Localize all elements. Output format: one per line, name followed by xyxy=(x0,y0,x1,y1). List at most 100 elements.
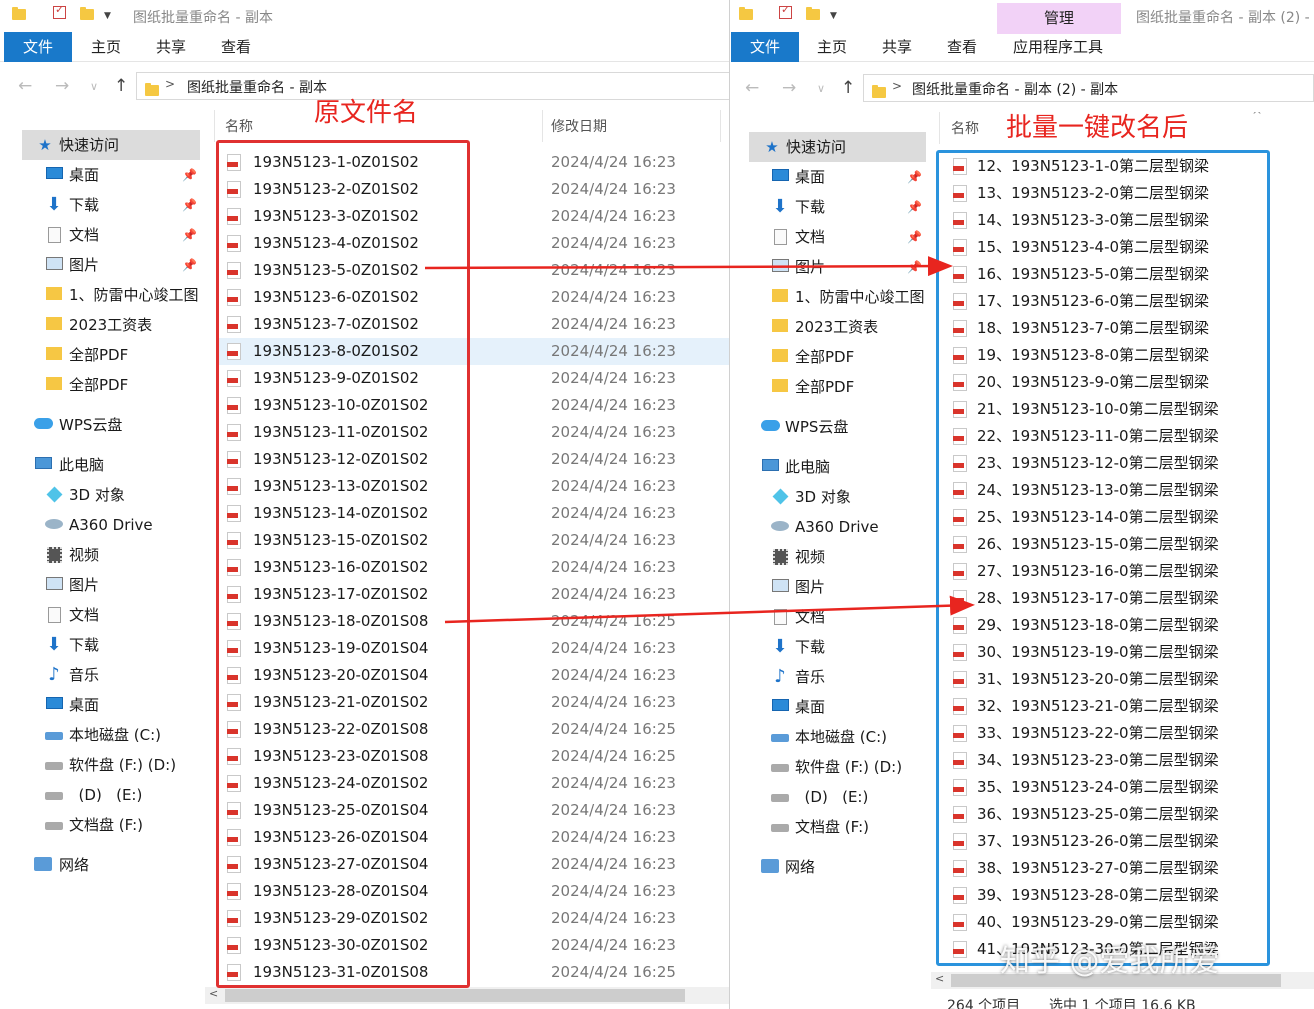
column-separator[interactable] xyxy=(939,112,940,144)
nav-folder-4[interactable]: 全部PDF xyxy=(0,370,205,400)
horizontal-scrollbar[interactable]: < xyxy=(205,987,729,1004)
recent-dropdown-icon[interactable]: ∨ xyxy=(817,82,825,95)
nav-downloads-2[interactable]: ⬇ 下载 xyxy=(0,630,205,660)
file-row[interactable]: 193N5123-16-0Z01S02 2024/4/24 16:23 xyxy=(217,554,729,581)
column-separator[interactable] xyxy=(542,110,543,142)
nav-videos[interactable]: 视频 xyxy=(0,540,205,570)
file-row[interactable]: 193N5123-19-0Z01S04 2024/4/24 16:23 xyxy=(217,635,729,662)
file-row[interactable]: 35、193N5123-24-0第二层型钢梁 xyxy=(943,774,1273,801)
nav-quick-access[interactable]: ★ 快速访问 xyxy=(22,130,200,160)
file-row[interactable]: 193N5123-5-0Z01S02 2024/4/24 16:23 xyxy=(217,257,729,284)
file-row[interactable]: 193N5123-6-0Z01S02 2024/4/24 16:23 xyxy=(217,284,729,311)
nav-wps-cloud[interactable]: WPS云盘 xyxy=(731,412,931,442)
pin-icon[interactable]: 📌 xyxy=(907,162,922,192)
tab-view[interactable]: 查看 xyxy=(207,32,265,62)
column-header-date[interactable]: 修改日期 xyxy=(551,116,607,136)
quick-access-dropdown-icon[interactable]: ▼ xyxy=(830,10,844,22)
address-field[interactable]: > 图纸批量重命名 - 副本 xyxy=(136,72,729,100)
file-row[interactable]: 193N5123-12-0Z01S02 2024/4/24 16:23 xyxy=(217,446,729,473)
file-row[interactable]: 193N5123-18-0Z01S08 2024/4/24 16:25 xyxy=(217,608,729,635)
nav-pictures-2[interactable]: 图片 xyxy=(0,570,205,600)
nav-folder-3[interactable]: 全部PDF xyxy=(0,340,205,370)
nav-music[interactable]: ♪ 音乐 xyxy=(0,660,205,690)
nav-disk-e[interactable]: 文档盘 (F:) xyxy=(731,812,931,842)
nav-downloads[interactable]: ⬇ 下载 📌 xyxy=(731,192,931,222)
file-row[interactable]: 39、193N5123-28-0第二层型钢梁 xyxy=(943,882,1273,909)
file-row[interactable]: 193N5123-17-0Z01S02 2024/4/24 16:23 xyxy=(217,581,729,608)
file-row[interactable]: 24、193N5123-13-0第二层型钢梁 xyxy=(943,477,1273,504)
pin-icon[interactable]: 📌 xyxy=(182,190,197,220)
new-folder-icon[interactable] xyxy=(80,7,94,21)
file-row[interactable]: 193N5123-9-0Z01S02 2024/4/24 16:23 xyxy=(217,365,729,392)
file-row[interactable]: 40、193N5123-29-0第二层型钢梁 xyxy=(943,909,1273,936)
properties-check-icon[interactable] xyxy=(53,4,67,19)
nav-this-pc[interactable]: 此电脑 xyxy=(0,450,205,480)
nav-3d-objects[interactable]: 3D 对象 xyxy=(731,482,931,512)
file-row[interactable]: 22、193N5123-11-0第二层型钢梁 xyxy=(943,423,1273,450)
properties-check-icon[interactable] xyxy=(779,4,793,19)
nav-downloads-2[interactable]: ⬇ 下载 xyxy=(731,632,931,662)
file-row[interactable]: 15、193N5123-4-0第二层型钢梁 xyxy=(943,234,1273,261)
nav-pictures-2[interactable]: 图片 xyxy=(731,572,931,602)
file-row[interactable]: 193N5123-4-0Z01S02 2024/4/24 16:23 xyxy=(217,230,729,257)
nav-folder-2[interactable]: 2023工资表 xyxy=(0,310,205,340)
forward-arrow-icon[interactable]: → xyxy=(55,76,69,96)
file-row[interactable]: 16、193N5123-5-0第二层型钢梁 xyxy=(943,261,1273,288)
scrollbar-thumb[interactable] xyxy=(225,989,685,1002)
nav-downloads[interactable]: ⬇ 下载 📌 xyxy=(0,190,205,220)
nav-pictures[interactable]: 图片 📌 xyxy=(731,252,931,282)
scrollbar-thumb[interactable] xyxy=(951,974,1281,987)
nav-folder-2[interactable]: 2023工资表 xyxy=(731,312,931,342)
nav-disk-f[interactable]: 软件盘 (F:) (D:) xyxy=(0,750,205,780)
file-row[interactable]: 193N5123-27-0Z01S04 2024/4/24 16:23 xyxy=(217,851,729,878)
file-row[interactable]: 19、193N5123-8-0第二层型钢梁 xyxy=(943,342,1273,369)
nav-desktop[interactable]: 桌面 📌 xyxy=(731,162,931,192)
file-row[interactable]: 193N5123-13-0Z01S02 2024/4/24 16:23 xyxy=(217,473,729,500)
file-row[interactable]: 193N5123-20-0Z01S04 2024/4/24 16:23 xyxy=(217,662,729,689)
tab-home[interactable]: 主页 xyxy=(803,32,861,62)
column-header-name[interactable]: 名称 xyxy=(225,116,253,136)
file-row[interactable]: 20、193N5123-9-0第二层型钢梁 xyxy=(943,369,1273,396)
nav-disk-c[interactable]: 本地磁盘 (C:) xyxy=(0,720,205,750)
tab-file[interactable]: 文件 xyxy=(4,32,73,62)
nav-folder-1[interactable]: 1、防雷中心竣工图 xyxy=(731,282,931,312)
nav-disk-d[interactable]: (D) (E:) xyxy=(731,782,931,812)
file-row[interactable]: 38、193N5123-27-0第二层型钢梁 xyxy=(943,855,1273,882)
nav-documents-2[interactable]: 文档 xyxy=(731,602,931,632)
column-separator[interactable] xyxy=(214,110,215,142)
file-row[interactable]: 37、193N5123-26-0第二层型钢梁 xyxy=(943,828,1273,855)
tab-view[interactable]: 查看 xyxy=(933,32,991,62)
file-row[interactable]: 25、193N5123-14-0第二层型钢梁 xyxy=(943,504,1273,531)
nav-documents-2[interactable]: 文档 xyxy=(0,600,205,630)
nav-desktop-2[interactable]: 桌面 xyxy=(0,690,205,720)
nav-desktop[interactable]: 桌面 📌 xyxy=(0,160,205,190)
file-row[interactable]: 193N5123-14-0Z01S02 2024/4/24 16:23 xyxy=(217,500,729,527)
tab-home[interactable]: 主页 xyxy=(77,32,135,62)
nav-music[interactable]: ♪ 音乐 xyxy=(731,662,931,692)
forward-arrow-icon[interactable]: → xyxy=(782,78,796,98)
nav-documents[interactable]: 文档 📌 xyxy=(731,222,931,252)
file-row[interactable]: 17、193N5123-6-0第二层型钢梁 xyxy=(943,288,1273,315)
column-separator[interactable] xyxy=(720,110,721,142)
file-row[interactable]: 193N5123-21-0Z01S02 2024/4/24 16:23 xyxy=(217,689,729,716)
tab-share[interactable]: 共享 xyxy=(868,32,926,62)
pin-icon[interactable]: 📌 xyxy=(182,160,197,190)
pin-icon[interactable]: 📌 xyxy=(182,250,197,280)
horizontal-scrollbar[interactable]: < xyxy=(931,972,1314,989)
file-row[interactable]: 27、193N5123-16-0第二层型钢梁 xyxy=(943,558,1273,585)
file-row[interactable]: 193N5123-7-0Z01S02 2024/4/24 16:23 xyxy=(217,311,729,338)
file-row[interactable]: 33、193N5123-22-0第二层型钢梁 xyxy=(943,720,1273,747)
address-field[interactable]: > 图纸批量重命名 - 副本 (2) - 副本 xyxy=(863,74,1314,102)
file-row[interactable]: 193N5123-29-0Z01S02 2024/4/24 16:23 xyxy=(217,905,729,932)
nav-a360[interactable]: A360 Drive xyxy=(731,512,931,542)
file-row[interactable]: 31、193N5123-20-0第二层型钢梁 xyxy=(943,666,1273,693)
chevron-right-icon[interactable]: > xyxy=(892,79,902,93)
nav-3d-objects[interactable]: 3D 对象 xyxy=(0,480,205,510)
file-row[interactable]: 193N5123-11-0Z01S02 2024/4/24 16:23 xyxy=(217,419,729,446)
chevron-right-icon[interactable]: > xyxy=(165,77,175,91)
nav-documents[interactable]: 文档 📌 xyxy=(0,220,205,250)
file-row[interactable]: 12、193N5123-1-0第二层型钢梁 xyxy=(943,153,1273,180)
quick-access-dropdown-icon[interactable]: ▼ xyxy=(104,10,118,22)
column-header-name[interactable]: 名称 xyxy=(951,118,979,138)
nav-a360[interactable]: A360 Drive xyxy=(0,510,205,540)
